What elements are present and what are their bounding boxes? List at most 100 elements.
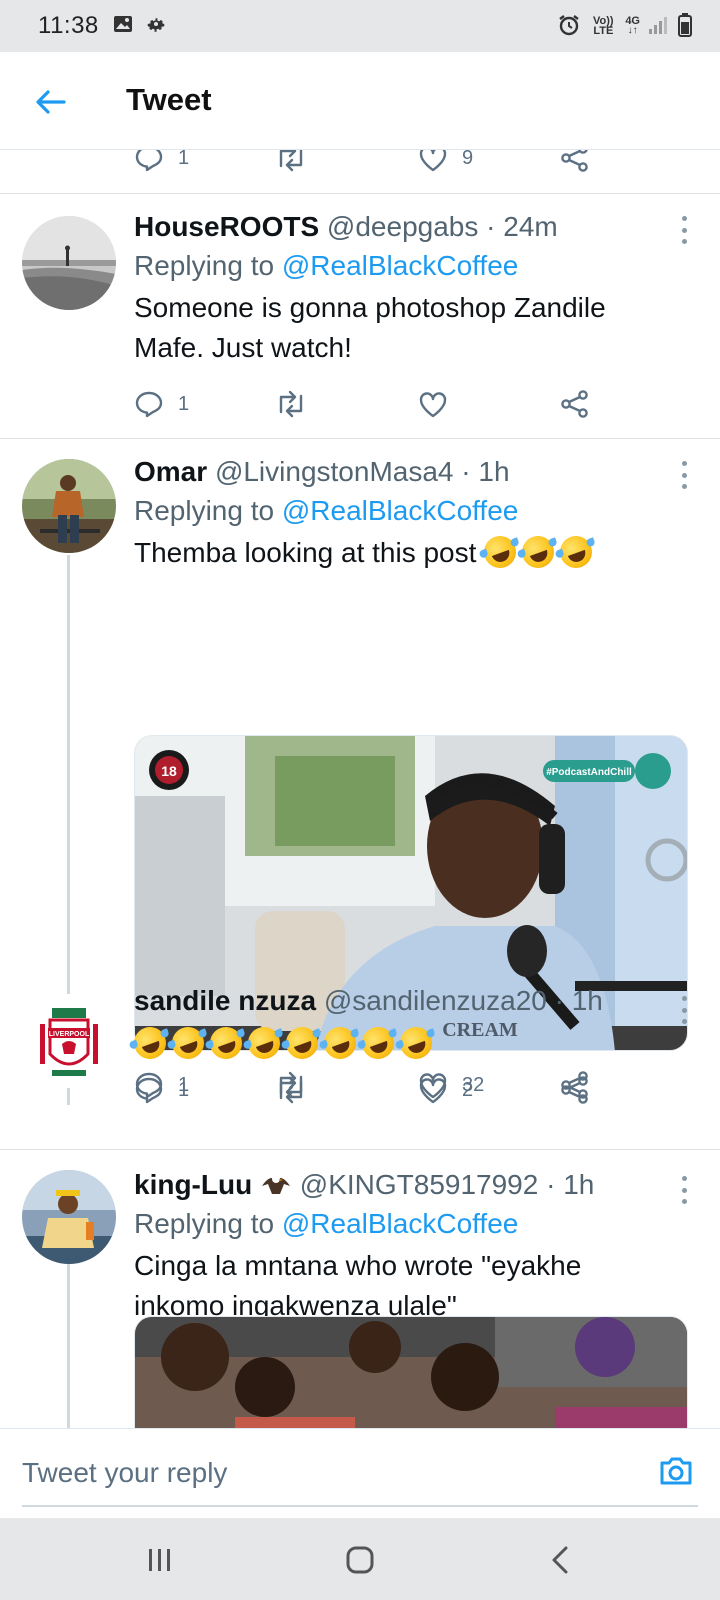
- retweet-icon: [279, 390, 303, 418]
- avatar[interactable]: [22, 1170, 116, 1264]
- tweet-text: Themba looking at this post: [134, 531, 694, 573]
- tweet-content: king-Luu @KINGT85917992 · 1h Replying to…: [134, 1166, 694, 1326]
- replying-prefix: Replying to: [134, 495, 275, 526]
- alarm-icon: [557, 13, 581, 40]
- user-handle[interactable]: @KINGT85917992: [300, 1169, 539, 1200]
- mention-link[interactable]: @RealBlackCoffee: [282, 495, 518, 526]
- laughing-emoji-icon: [395, 1022, 437, 1064]
- avatar[interactable]: LIVERPOOL: [22, 994, 116, 1088]
- page-title: Tweet: [126, 82, 212, 117]
- share-button[interactable]: [560, 1076, 590, 1104]
- replying-prefix: Replying to: [134, 1208, 275, 1239]
- thread-line: [67, 1262, 70, 1428]
- reply-button[interactable]: 1: [134, 390, 189, 418]
- laughing-emoji-icon: [167, 1022, 209, 1064]
- chevron-left-icon: [552, 1546, 568, 1574]
- tweet-text-line: Someone is gonna photoshop Zandile: [134, 292, 606, 323]
- tweet-time: · 24m: [486, 211, 558, 242]
- reply-count: 1: [178, 150, 190, 169]
- reply-input[interactable]: Tweet your reply: [22, 1457, 227, 1489]
- user-handle[interactable]: @LivingstonMasa4: [215, 456, 454, 487]
- avatar[interactable]: [22, 216, 116, 310]
- share-button[interactable]: [560, 390, 590, 418]
- user-name[interactable]: HouseROOTS: [134, 211, 319, 242]
- home-button[interactable]: [340, 1542, 380, 1578]
- tweet-header: HouseROOTS @deepgabs · 24m: [134, 208, 694, 246]
- eagle-icon: [261, 1175, 290, 1194]
- tweet-time: · 1h: [546, 1169, 595, 1200]
- recent-apps-button[interactable]: [140, 1542, 180, 1578]
- user-handle[interactable]: @deepgabs: [327, 211, 478, 242]
- replying-prefix: Replying to: [134, 250, 275, 281]
- tweet-time: · 1h: [461, 456, 510, 487]
- share-button[interactable]: [560, 150, 590, 172]
- battery-icon: [678, 12, 692, 40]
- reply-tweet[interactable]: Omar @LivingstonMasa4 · 1h Replying to @…: [0, 439, 720, 1105]
- share-icon: [561, 390, 588, 418]
- tweet-image[interactable]: [134, 1316, 688, 1428]
- reply-icon: [135, 150, 163, 172]
- reply-tweet[interactable]: king-Luu @KINGT85917992 · 1h Replying to…: [0, 1150, 720, 1428]
- retweet-icon: [279, 1076, 303, 1104]
- status-bar: 11:38 Vo)) LTE 4G ↓↑: [0, 0, 720, 52]
- laughing-emoji-icon: [479, 531, 521, 573]
- tweet-text-line: Mafe. Just watch!: [134, 332, 352, 363]
- tweet-content: sandile nzuza @sandilenzuza20 · 1h: [129, 982, 694, 1064]
- back-button[interactable]: [30, 82, 70, 122]
- back-nav-button[interactable]: [540, 1542, 580, 1578]
- svg-text:LIVERPOOL: LIVERPOOL: [49, 1031, 90, 1038]
- laughing-emoji-icon: [129, 1022, 171, 1064]
- emoji-group: [129, 1022, 694, 1064]
- gear-icon: [145, 13, 167, 40]
- reply-button[interactable]: 1: [134, 1076, 189, 1104]
- tweet-header: king-Luu @KINGT85917992 · 1h: [134, 1166, 694, 1204]
- reply-button[interactable]: 1: [134, 150, 189, 172]
- laughing-emoji-icon: [517, 531, 559, 573]
- like-count: 2: [462, 1078, 474, 1101]
- mention-link[interactable]: @RealBlackCoffee: [282, 250, 518, 281]
- user-name[interactable]: king-Luu: [134, 1169, 252, 1200]
- user-name[interactable]: Omar: [134, 456, 207, 487]
- arrow-left-icon: [36, 90, 66, 114]
- network-label: Vo)) LTE: [589, 16, 617, 37]
- tweet-actions: 1 2: [134, 1076, 614, 1106]
- home-icon: [346, 1546, 374, 1574]
- laughing-emoji-icon: [555, 531, 597, 573]
- like-count: 9: [462, 150, 474, 169]
- heart-icon: [419, 392, 447, 418]
- recent-apps-icon: [149, 1549, 170, 1571]
- like-button[interactable]: [418, 390, 448, 418]
- retweet-button[interactable]: [274, 390, 308, 418]
- laughing-emoji-icon: [319, 1022, 361, 1064]
- reply-tweet[interactable]: HouseROOTS @deepgabs · 24m Replying to @…: [0, 194, 720, 438]
- avatar[interactable]: [22, 459, 116, 553]
- tweet-text-line: Themba looking at this post: [134, 537, 477, 568]
- retweet-button[interactable]: [274, 1076, 308, 1104]
- reply-composer: Tweet your reply: [0, 1428, 720, 1518]
- reply-tweet[interactable]: LIVERPOOL sandile nzuza @sandilenzuza20 …: [0, 980, 720, 1150]
- user-handle[interactable]: @sandilenzuza20: [324, 985, 547, 1016]
- network-type: 4G ↓↑: [625, 15, 640, 36]
- laughing-emoji-icon: [281, 1022, 323, 1064]
- camera-button[interactable]: [656, 1451, 696, 1491]
- like-button[interactable]: 2: [418, 1076, 473, 1104]
- retweet-icon: [279, 150, 303, 172]
- replying-to: Replying to @RealBlackCoffee: [134, 246, 694, 286]
- mention-link[interactable]: @RealBlackCoffee: [282, 1208, 518, 1239]
- signal-icon: [648, 15, 670, 38]
- tweet-content: Omar @LivingstonMasa4 · 1h Replying to @…: [134, 453, 694, 573]
- share-icon: [561, 1076, 588, 1104]
- share-icon: [561, 150, 588, 172]
- replying-to: Replying to @RealBlackCoffee: [134, 491, 694, 531]
- input-underline: [22, 1505, 698, 1507]
- replying-to: Replying to @RealBlackCoffee: [134, 1204, 694, 1244]
- tweet-text: Cinga la mntana who wrote "eyakhe inkomo…: [134, 1246, 694, 1326]
- like-button[interactable]: 9: [418, 150, 473, 172]
- heart-icon: [419, 150, 447, 172]
- emoji-group: [479, 531, 598, 573]
- reply-feed[interactable]: 1 9 HouseROOTS @deepgabs · 24m Replying …: [0, 150, 720, 1428]
- laughing-emoji-icon: [357, 1022, 399, 1064]
- tweet-content: HouseROOTS @deepgabs · 24m Replying to @…: [134, 208, 694, 368]
- user-name[interactable]: sandile nzuza: [134, 985, 316, 1016]
- retweet-button[interactable]: [274, 150, 308, 172]
